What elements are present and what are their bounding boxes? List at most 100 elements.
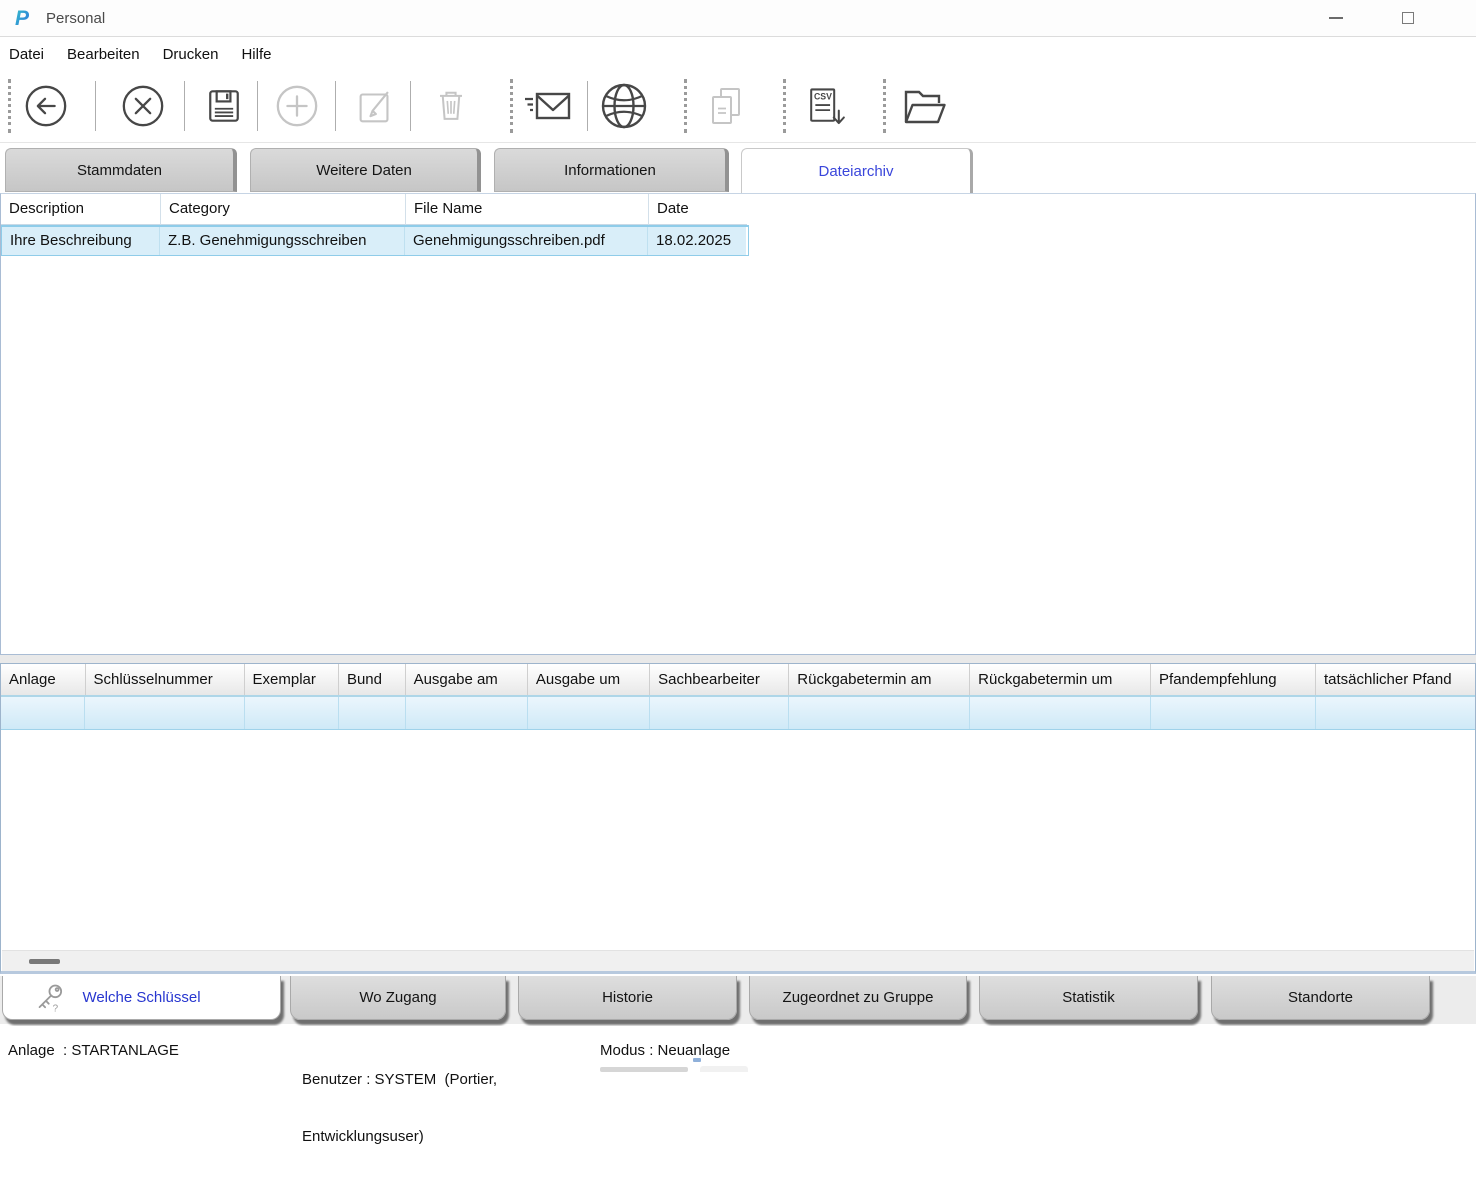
copy-button[interactable] <box>705 84 745 128</box>
edit-button[interactable] <box>352 83 398 129</box>
tab-label: Zugeordnet zu Gruppe <box>782 989 934 1006</box>
tab-statistik[interactable]: Statistik <box>979 976 1198 1020</box>
menu-bar: Datei Bearbeiten Drucken Hilfe <box>0 38 1476 70</box>
tab-welche-schluessel[interactable]: ? Welche Schlüssel <box>2 976 281 1020</box>
toolbar-separator <box>95 81 96 131</box>
menu-hilfe[interactable]: Hilfe <box>241 46 271 63</box>
maximize-button[interactable] <box>1394 0 1422 36</box>
key-table-header: Anlage Schlüsselnummer Exemplar Bund Aus… <box>1 664 1476 697</box>
edit-icon <box>359 91 389 123</box>
tab-weitere-daten[interactable]: Weitere Daten <box>250 148 481 192</box>
cancel-button[interactable] <box>120 83 166 129</box>
scrollbar-thumb[interactable] <box>29 959 60 964</box>
menu-bearbeiten[interactable]: Bearbeiten <box>67 46 140 63</box>
add-icon <box>276 85 318 127</box>
copy-icon <box>712 88 740 124</box>
csv-export-button[interactable]: CSV <box>802 83 848 129</box>
tab-label: Historie <box>602 989 653 1006</box>
trash-icon <box>440 91 462 120</box>
open-folder-button[interactable] <box>899 84 947 128</box>
empty-cell <box>650 697 790 729</box>
tab-informationen[interactable]: Informationen <box>494 148 729 192</box>
column-header-ausgabe-um[interactable]: Ausgabe um <box>527 664 651 695</box>
toolbar-grip <box>8 79 11 133</box>
status-benutzer-line1: Benutzer : SYSTEM (Portier, <box>302 1071 498 1088</box>
cell-filename: Genehmigungsschreiben.pdf <box>405 227 648 255</box>
menu-drucken[interactable]: Drucken <box>163 46 219 63</box>
tab-dateiarchiv[interactable]: Dateiarchiv <box>741 148 973 193</box>
back-button[interactable] <box>23 83 69 129</box>
file-table-header: Description Category File Name Date <box>1 194 1475 225</box>
maximize-icon <box>1402 12 1414 24</box>
empty-cell <box>789 697 971 729</box>
delete-button[interactable] <box>429 84 473 128</box>
cutoff-fragment <box>693 1058 701 1062</box>
column-header-description[interactable]: Description <box>1 194 161 225</box>
add-button[interactable] <box>274 83 320 129</box>
csv-export-icon: CSV <box>810 88 845 125</box>
toolbar-separator <box>410 81 411 131</box>
empty-cell <box>528 697 651 729</box>
table-row-empty-selected[interactable] <box>1 697 1475 730</box>
tab-standorte[interactable]: Standorte <box>1211 976 1430 1020</box>
empty-cell <box>339 697 406 729</box>
tab-zugeordnet-zu-gruppe[interactable]: Zugeordnet zu Gruppe <box>749 976 967 1020</box>
key-icon: ? <box>38 984 63 1015</box>
toolbar: CSV <box>0 70 1476 143</box>
tab-label: Stammdaten <box>76 161 163 179</box>
tab-stammdaten[interactable]: Stammdaten <box>5 148 237 192</box>
column-header-schluesselnummer[interactable]: Schlüsselnummer <box>85 664 245 695</box>
web-button[interactable] <box>599 81 649 131</box>
status-benutzer-line2: Entwicklungsuser) <box>302 1128 424 1145</box>
svg-text:P: P <box>15 7 30 30</box>
column-header-bund[interactable]: Bund <box>338 664 406 695</box>
minimize-button[interactable] <box>1322 0 1350 36</box>
column-header-exemplar[interactable]: Exemplar <box>244 664 339 695</box>
open-folder-icon <box>904 90 946 124</box>
top-tab-strip: Stammdaten Weitere Daten Informationen D… <box>0 148 1476 193</box>
table-row[interactable]: Ihre Beschreibung Z.B. Genehmigungsschre… <box>1 225 749 256</box>
save-button[interactable] <box>202 84 246 128</box>
horizontal-scrollbar[interactable] <box>2 950 1474 971</box>
email-button[interactable] <box>522 84 574 128</box>
email-icon <box>525 92 571 120</box>
cutoff-fragment <box>700 1066 748 1072</box>
toolbar-separator <box>587 81 588 131</box>
column-header-anlage[interactable]: Anlage <box>1 664 86 695</box>
column-header-rueckgabetermin-um[interactable]: Rückgabetermin um <box>970 664 1152 695</box>
column-header-rueckgabetermin-am[interactable]: Rückgabetermin am <box>789 664 971 695</box>
back-icon <box>25 85 67 127</box>
toolbar-grip <box>883 79 886 133</box>
status-anlage: Anlage : STARTANLAGE <box>8 1042 179 1059</box>
column-header-sachbearbeiter[interactable]: Sachbearbeiter <box>650 664 790 695</box>
tab-label: Standorte <box>1287 989 1354 1006</box>
globe-icon <box>601 83 647 129</box>
svg-text:?: ? <box>53 1004 59 1015</box>
column-header-category[interactable]: Category <box>161 194 406 225</box>
toolbar-grip <box>684 79 687 133</box>
toolbar-grip <box>783 79 786 133</box>
tab-label: Weitere Daten <box>316 161 412 179</box>
column-header-tatsaechlicher-pfand[interactable]: tatsächlicher Pfand <box>1316 664 1476 695</box>
empty-cell <box>245 697 339 729</box>
column-header-date[interactable]: Date <box>649 194 747 225</box>
tab-label: Wo Zugang <box>359 989 437 1006</box>
tab-label: Dateiarchiv <box>818 162 894 180</box>
column-header-pfandempfehlung[interactable]: Pfandempfehlung <box>1151 664 1316 695</box>
column-header-filename[interactable]: File Name <box>406 194 649 225</box>
tab-wo-zugang[interactable]: Wo Zugang <box>290 976 506 1020</box>
cell-date: 18.02.2025 <box>648 227 746 255</box>
close-button[interactable]: ✕ <box>1464 0 1476 36</box>
panel-divider <box>0 655 1476 663</box>
tab-historie[interactable]: Historie <box>518 976 737 1020</box>
cell-description: Ihre Beschreibung <box>2 227 160 255</box>
menu-datei[interactable]: Datei <box>9 46 44 63</box>
toolbar-separator <box>335 81 336 131</box>
column-header-ausgabe-am[interactable]: Ausgabe am <box>405 664 528 695</box>
toolbar-separator <box>257 81 258 131</box>
cancel-icon <box>122 85 164 127</box>
tab-label: Welche Schlüssel <box>82 989 201 1006</box>
tab-label: Informationen <box>564 161 656 179</box>
save-icon <box>209 90 239 122</box>
bottom-tab-strip: ? Welche Schlüssel Wo Zugang Historie Zu… <box>0 976 1476 1024</box>
